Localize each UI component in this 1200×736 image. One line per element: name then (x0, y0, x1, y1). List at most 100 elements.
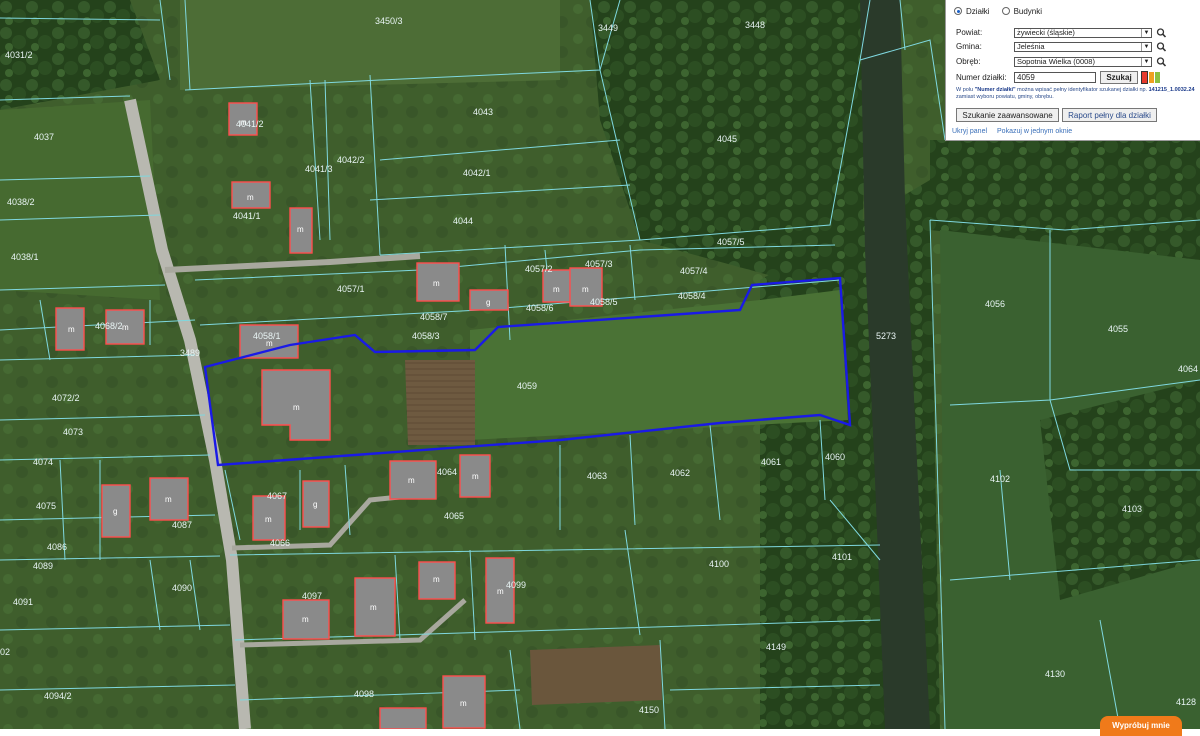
parcel-label: 4128 (1176, 697, 1196, 707)
building-mark: g (113, 507, 117, 516)
parcel-label: 4102 (990, 474, 1010, 484)
parcel-label: 4087 (172, 520, 192, 530)
radio-parcels[interactable] (954, 7, 962, 15)
parcel-label: 4055 (1108, 324, 1128, 334)
gmina-row: Gmina: Jeleśnia ▼ (956, 41, 1196, 52)
obreb-select[interactable]: Sopotnia Wielka (0008) ▼ (1014, 56, 1152, 67)
gmina-label: Gmina: (956, 42, 982, 51)
search-icon[interactable] (1156, 56, 1167, 67)
chevron-down-icon: ▼ (1141, 57, 1151, 66)
full-report-button[interactable]: Raport pełny dla działki (1062, 108, 1157, 122)
parcel-label: 4031/2 (5, 50, 33, 60)
hide-panel-link[interactable]: Ukryj panel (952, 128, 987, 135)
building-mark: m (165, 495, 172, 504)
parcel-label: 4103 (1122, 504, 1142, 514)
chevron-down-icon: ▼ (1141, 28, 1151, 37)
parcel-label: 4041/2 (236, 119, 264, 129)
parcel-label: 4090 (172, 583, 192, 593)
help-example: 141215_1.0032.24 (1148, 87, 1195, 93)
parcel-label: 02 (0, 647, 10, 657)
parcel-label: 4042/2 (337, 155, 365, 165)
parcel-label: 5273 (876, 331, 896, 341)
chevron-down-icon: ▼ (1141, 42, 1151, 51)
color-swatch-red[interactable] (1141, 71, 1148, 84)
help-suffix: zamiast wyboru powiatu, gminy, obrębu. (956, 94, 1054, 100)
parcel-label: 4060 (825, 452, 845, 462)
parcel-label: 4068/2 (95, 321, 123, 331)
parcel-label: 4058/6 (526, 303, 554, 313)
parcel-label: 3449 (598, 23, 618, 33)
powiat-select[interactable]: żywiecki (śląskie) ▼ (1014, 27, 1152, 38)
gmina-value: Jeleśnia (1017, 41, 1045, 51)
building-mark: m (68, 325, 75, 334)
parcel-label: 4101 (832, 552, 852, 562)
advanced-search-button[interactable]: Szukanie zaawansowane (956, 108, 1059, 122)
parcel-label: 4044 (453, 216, 473, 226)
search-icon[interactable] (1156, 41, 1167, 52)
parcel-label: 4037 (34, 132, 54, 142)
parcel-label: 4072/2 (52, 393, 80, 403)
building-mark: m (408, 476, 415, 485)
building-mark: m (265, 515, 272, 524)
parcel-label: 4038/1 (11, 252, 39, 262)
color-swatch-green[interactable] (1155, 72, 1160, 83)
panel-links: Ukryj panel Pokazuj w jednym oknie (952, 128, 1072, 135)
parcel-label: 4058/3 (412, 331, 440, 341)
try-me-button[interactable]: Wypróbuj mnie (1100, 716, 1182, 736)
obreb-label: Obręb: (956, 57, 981, 66)
parcel-label: 4041/3 (305, 164, 333, 174)
parcel-label: 4066 (270, 538, 290, 548)
radio-parcels-label[interactable]: Działki (966, 7, 990, 16)
building (379, 707, 427, 730)
parcel-label: 4057/3 (585, 259, 613, 269)
building-mark: m (433, 279, 440, 288)
search-mode-group: Działki Budynki (954, 5, 1042, 17)
building-mark: m (122, 323, 129, 332)
powiat-row: Powiat: żywiecki (śląskie) ▼ (956, 27, 1196, 38)
building-mark: m (460, 699, 467, 708)
help-mid: można wpisać pełny identyfikator szukane… (1015, 87, 1149, 93)
search-button[interactable]: Szukaj (1100, 71, 1138, 84)
building-mark: m (370, 603, 377, 612)
building-mark: g (313, 500, 317, 509)
obreb-row: Obręb: Sopotnia Wielka (0008) ▼ (956, 56, 1196, 67)
parcel-label: 4038/2 (7, 197, 35, 207)
parcel-label: 4057/4 (680, 266, 708, 276)
parcel-label: 4100 (709, 559, 729, 569)
help-text: W polu "Numer działki" można wpisać pełn… (956, 87, 1196, 101)
help-field: "Numer działki" (974, 87, 1016, 93)
parcel-label: 4058/4 (678, 291, 706, 301)
parcel-label: 4057/5 (717, 237, 745, 247)
parcel-label: 4063 (587, 471, 607, 481)
obreb-value: Sopotnia Wielka (0008) (1017, 56, 1095, 66)
single-window-link[interactable]: Pokazuj w jednym oknie (997, 128, 1072, 135)
parcel-label: 3450/3 (375, 16, 403, 26)
garden-field (405, 360, 475, 445)
parcel-label: 4058/5 (590, 297, 618, 307)
parcel-label: 4043 (473, 107, 493, 117)
parcel-label: 4130 (1045, 669, 1065, 679)
help-prefix: W polu (956, 87, 975, 93)
parcel-label: 4149 (766, 642, 786, 652)
parcel-label: 4097 (302, 591, 322, 601)
building-mark: m (302, 615, 309, 624)
search-panel: Działki Budynki Powiat: żywiecki (śląski… (945, 0, 1200, 141)
color-swatch-orange[interactable] (1149, 72, 1154, 83)
number-label: Numer działki: (956, 73, 1007, 82)
radio-buildings[interactable] (1001, 7, 1010, 15)
parcel-label: 3489 (180, 348, 200, 358)
parcel-label: 4086 (47, 542, 67, 552)
search-icon[interactable] (1156, 27, 1167, 38)
parcel-label: 4150 (639, 705, 659, 715)
radio-buildings-label[interactable]: Budynki (1014, 7, 1042, 16)
parcel-label: 4058/7 (420, 312, 448, 322)
parcel-label: 4045 (717, 134, 737, 144)
parcel-label: 4098 (354, 689, 374, 699)
building-mark: m (582, 285, 589, 294)
parcel-label: 3448 (745, 20, 765, 30)
gmina-select[interactable]: Jeleśnia ▼ (1014, 41, 1152, 52)
building-mark: m (472, 472, 479, 481)
parcel-number-input[interactable]: 4059 (1014, 72, 1096, 83)
parcel-label: 4091 (13, 597, 33, 607)
parcel-label: 4041/1 (233, 211, 261, 221)
